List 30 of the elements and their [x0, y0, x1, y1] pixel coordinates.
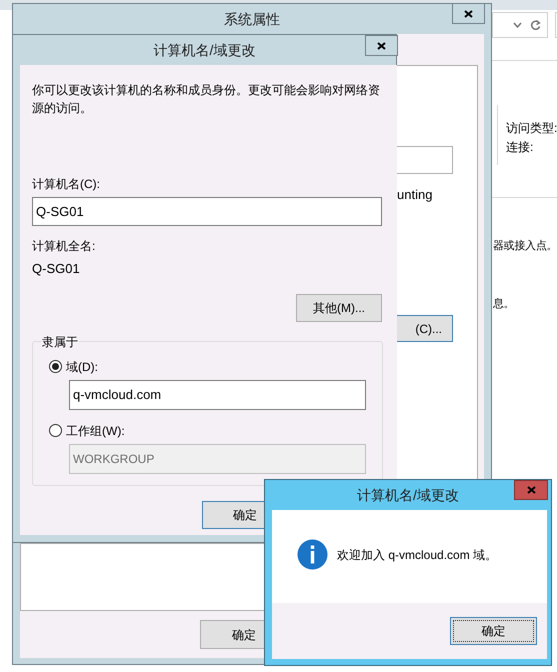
- computer-name-field[interactable]: Q-SG01: [32, 197, 382, 226]
- description-text: unting: [397, 186, 432, 204]
- close-button[interactable]: [452, 3, 485, 24]
- message-text: 欢迎加入 q-vmcloud.com 域。: [337, 546, 498, 564]
- dialog-title: 计算机名/域更改: [152, 41, 256, 60]
- radio-button[interactable]: [49, 424, 62, 437]
- domain-field[interactable]: q-vmcloud.com: [69, 380, 366, 410]
- field-label: 计算机名(C):: [32, 176, 100, 193]
- field-label: 访问类型:: [506, 120, 557, 137]
- chevron-down-icon: [513, 22, 522, 28]
- description-text: 息。: [493, 297, 514, 312]
- radio-option[interactable]: 工作组(W):: [49, 422, 366, 440]
- close-icon: [377, 42, 386, 50]
- full-name-text: Q-SG01: [32, 260, 80, 278]
- field-label: 连接:: [506, 139, 534, 156]
- message-box-title: 计算机名/域更改: [356, 486, 460, 505]
- info-icon: [297, 539, 328, 570]
- more-button[interactable]: 其他(M)...: [296, 294, 382, 322]
- description-text: 器或接入点。: [493, 238, 557, 254]
- radio-option[interactable]: 域(D):: [49, 358, 366, 376]
- window-title: 系统属性: [223, 10, 281, 29]
- close-icon: [526, 486, 536, 494]
- description-text: 你可以更改该计算机的名称和成员身份。更改可能会影响对网络资源的访问。: [32, 82, 381, 117]
- refresh-icon[interactable]: [530, 19, 541, 31]
- close-icon: [464, 10, 473, 18]
- radio-button[interactable]: [49, 360, 62, 373]
- close-button[interactable]: [365, 35, 398, 56]
- field-label: 计算机全名:: [32, 238, 96, 255]
- ok-button[interactable]: 确定: [450, 617, 537, 645]
- address-bar[interactable]: [492, 12, 548, 38]
